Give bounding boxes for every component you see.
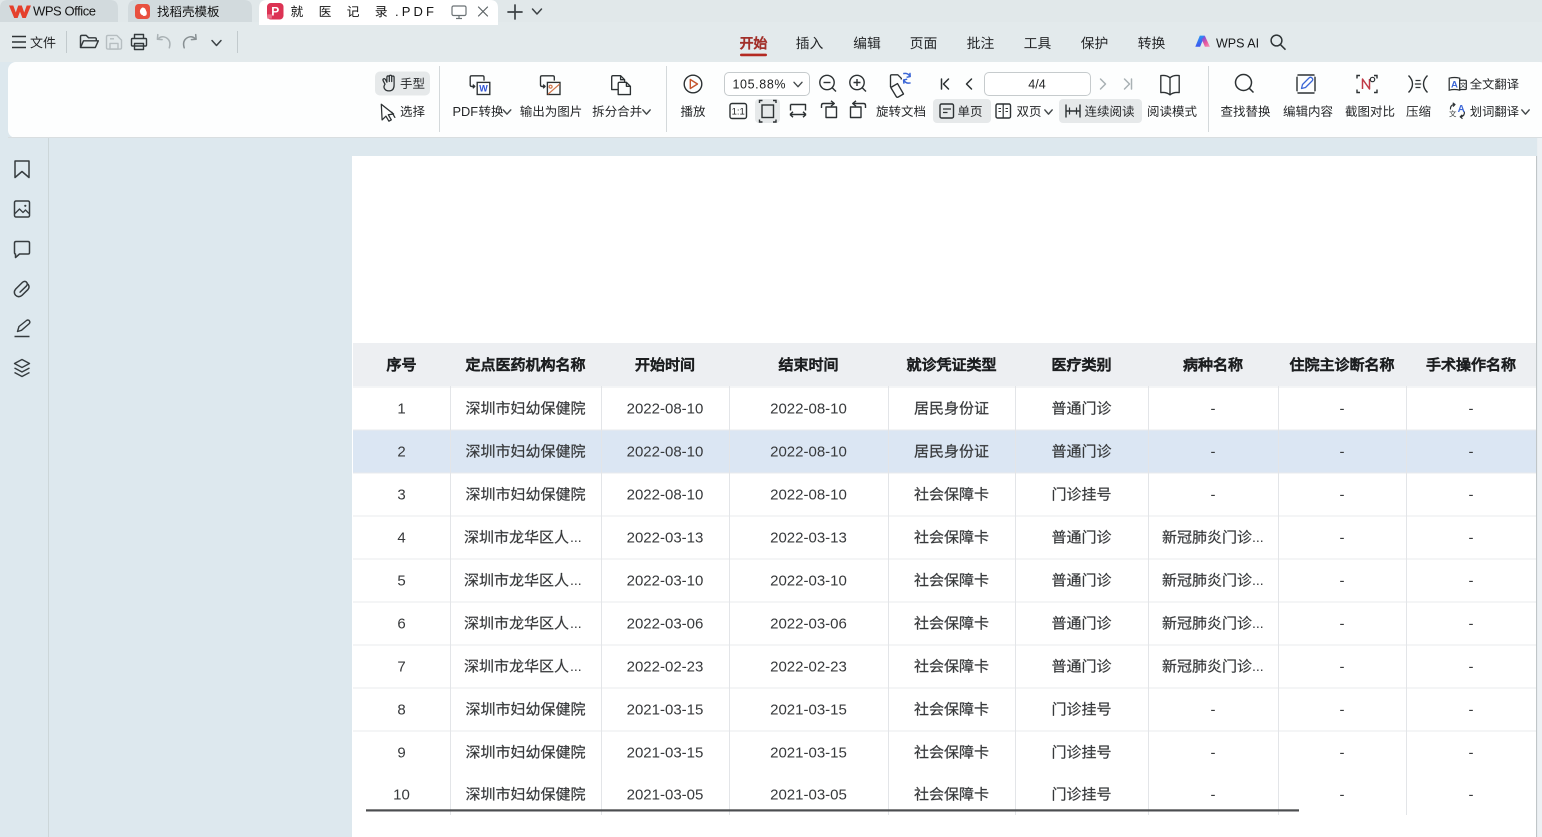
svg-text:...: ... — [1252, 529, 1264, 545]
svg-text:2022-08-10: 2022-08-10 — [627, 443, 704, 460]
svg-text:...: ... — [1252, 615, 1264, 631]
svg-text:2021-03-15: 2021-03-15 — [627, 744, 704, 761]
svg-text:-: - — [1340, 529, 1345, 546]
svg-text:...: ... — [570, 658, 582, 674]
svg-text:-: - — [1340, 486, 1345, 503]
svg-text:-: - — [1469, 744, 1474, 761]
svg-text:-: - — [1340, 786, 1345, 803]
svg-text:-: - — [1469, 486, 1474, 503]
svg-text:-: - — [1340, 443, 1345, 460]
svg-text:...: ... — [570, 529, 582, 545]
svg-text:-: - — [1469, 786, 1474, 803]
svg-text:1: 1 — [397, 400, 405, 417]
svg-text:3: 3 — [397, 486, 405, 503]
svg-text:2022-02-23: 2022-02-23 — [770, 658, 847, 675]
svg-text:8: 8 — [397, 701, 405, 718]
svg-text:-: - — [1469, 443, 1474, 460]
svg-text:-: - — [1211, 486, 1216, 503]
svg-text:-: - — [1469, 701, 1474, 718]
svg-text:5: 5 — [397, 572, 405, 589]
svg-text:...: ... — [570, 615, 582, 631]
svg-text:2021-03-15: 2021-03-15 — [627, 701, 704, 718]
svg-text:...: ... — [570, 572, 582, 588]
svg-text:-: - — [1469, 615, 1474, 632]
svg-text:2022-03-13: 2022-03-13 — [770, 529, 847, 546]
svg-text:2022-03-10: 2022-03-10 — [770, 572, 847, 589]
svg-text:A: A — [1451, 80, 1458, 91]
svg-text:2022-08-10: 2022-08-10 — [627, 400, 704, 417]
svg-text:2022-03-13: 2022-03-13 — [627, 529, 704, 546]
svg-text:-: - — [1211, 400, 1216, 417]
svg-text:2022-08-10: 2022-08-10 — [770, 443, 847, 460]
svg-text:2021-03-15: 2021-03-15 — [770, 701, 847, 718]
svg-text:7: 7 — [397, 658, 405, 675]
svg-text:P: P — [271, 5, 279, 19]
svg-text:-: - — [1340, 744, 1345, 761]
svg-text:...: ... — [1252, 658, 1264, 674]
svg-text:2021-03-05: 2021-03-05 — [770, 786, 847, 803]
svg-text:-: - — [1469, 572, 1474, 589]
svg-text:-: - — [1340, 658, 1345, 675]
svg-text:2021-03-15: 2021-03-15 — [770, 744, 847, 761]
svg-text:-: - — [1340, 572, 1345, 589]
svg-text:6: 6 — [397, 615, 405, 632]
svg-text:2021-03-05: 2021-03-05 — [627, 786, 704, 803]
svg-text:2022-03-06: 2022-03-06 — [770, 615, 847, 632]
svg-text:-: - — [1469, 529, 1474, 546]
svg-text:105.88%: 105.88% — [733, 77, 786, 91]
svg-text:...: ... — [1252, 572, 1264, 588]
svg-text:2022-08-10: 2022-08-10 — [627, 486, 704, 503]
svg-text:-: - — [1340, 701, 1345, 718]
svg-text:-: - — [1469, 658, 1474, 675]
svg-text:-: - — [1340, 615, 1345, 632]
svg-text:10: 10 — [393, 786, 410, 803]
svg-text:2022-03-06: 2022-03-06 — [627, 615, 704, 632]
svg-text:WPS AI: WPS AI — [1216, 36, 1259, 50]
svg-text:-: - — [1211, 701, 1216, 718]
svg-text:2022-08-10: 2022-08-10 — [770, 400, 847, 417]
svg-text:.PDF: .PDF — [395, 4, 434, 19]
svg-text:2022-08-10: 2022-08-10 — [770, 486, 847, 503]
svg-text:A: A — [1458, 104, 1465, 115]
svg-text:9: 9 — [397, 744, 405, 761]
svg-text:PDF: PDF — [453, 104, 479, 119]
svg-text:2: 2 — [397, 443, 405, 460]
svg-text:WPS Office: WPS Office — [33, 4, 96, 19]
svg-text:-: - — [1211, 443, 1216, 460]
svg-text:-: - — [1340, 400, 1345, 417]
svg-text:-: - — [1469, 400, 1474, 417]
svg-text:W: W — [479, 84, 488, 94]
svg-text:2022-02-23: 2022-02-23 — [627, 658, 704, 675]
svg-text:-: - — [1211, 744, 1216, 761]
svg-text:-: - — [1211, 786, 1216, 803]
svg-text:1:1: 1:1 — [732, 106, 745, 117]
svg-text:2022-03-10: 2022-03-10 — [627, 572, 704, 589]
svg-text:4/4: 4/4 — [1028, 77, 1045, 91]
svg-text:4: 4 — [397, 529, 405, 546]
